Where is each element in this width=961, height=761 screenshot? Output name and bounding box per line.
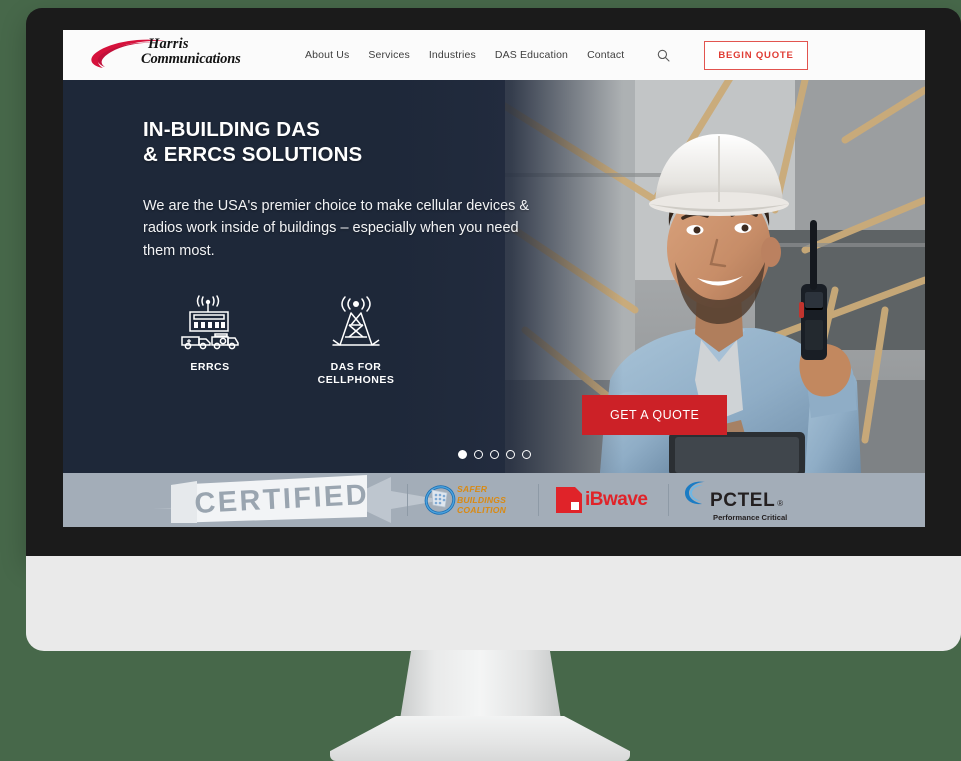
hero-feature-list: ERRCS DAS FOR CELLPHONES — [143, 292, 623, 388]
begin-quote-button[interactable]: BEGIN QUOTE — [704, 40, 808, 70]
feature-label-das-for-cellphones: DAS FOR CELLPHONES — [317, 360, 395, 387]
nav-item-das-education[interactable]: DAS Education — [495, 49, 568, 61]
nav-item-services[interactable]: Services — [368, 49, 409, 61]
certified-banner: CERTIFIED — [153, 473, 443, 527]
pctel-main-row: PCTEL ® — [683, 478, 783, 512]
feature-errcs[interactable]: ERRCS — [161, 292, 259, 388]
safer-buildings-coalition-text: SAFER BUILDINGS COALITION — [457, 484, 506, 515]
hero-headline-line1: IN-BUILDING DAS — [143, 118, 320, 141]
hero-headline: IN-BUILDING DAS & ERRCS SOLUTIONS — [143, 117, 623, 167]
site-header: Harris Communications About Us Services … — [63, 30, 925, 80]
cert-logo-safer-buildings-coalition[interactable]: SAFER BUILDINGS COALITION — [423, 473, 506, 527]
main-navigation: About Us Services Industries DAS Educati… — [305, 40, 808, 70]
cert-logo-pctel[interactable]: PCTEL ® Performance Critical — [683, 473, 787, 527]
feature-das-for-cellphones[interactable]: DAS FOR CELLPHONES — [307, 292, 405, 388]
hero-subheadline: We are the USA's premier choice to make … — [143, 198, 530, 259]
cert-logo-ibwave[interactable]: iBwave — [553, 473, 648, 527]
pctel-wordmark: PCTEL — [710, 490, 776, 511]
carousel-pagination — [63, 450, 925, 459]
pctel-registered-mark: ® — [777, 499, 784, 508]
monitor-stand-base — [330, 716, 630, 761]
nav-item-contact[interactable]: Contact — [587, 49, 624, 61]
nav-item-about-us[interactable]: About Us — [305, 49, 349, 61]
carousel-dot-1[interactable] — [457, 450, 467, 459]
carousel-dot-5[interactable] — [521, 450, 531, 459]
pctel-mark — [685, 481, 705, 505]
monitor-screen: Harris Communications About Us Services … — [63, 30, 925, 527]
pctel-tagline: Performance Critical — [713, 513, 788, 522]
nav-item-industries[interactable]: Industries — [429, 49, 476, 61]
school-ambulance-signal-icon — [161, 292, 259, 352]
cert-divider-1 — [407, 484, 408, 516]
certification-bar: CERTIFIED SAFER BUILDINGS COALITION iBwa… — [63, 473, 925, 527]
safer-buildings-coalition-mark — [424, 485, 456, 515]
sbc-line-3: COALITION — [457, 505, 507, 516]
logo-line-harris: Harris — [148, 36, 189, 52]
carousel-dot-2[interactable] — [473, 450, 483, 459]
ibwave-wordmark: iBwave — [585, 489, 648, 510]
logo-line-communications: Communications — [141, 50, 241, 67]
carousel-dot-4[interactable] — [505, 450, 515, 459]
logo-wordmark: Harris Communications — [141, 37, 241, 67]
search-icon[interactable] — [657, 49, 670, 62]
harris-communications-logo[interactable]: Harris Communications — [89, 35, 269, 75]
sbc-line-2: BUILDINGS — [457, 494, 507, 505]
cell-tower-signal-icon — [307, 292, 405, 352]
ibwave-mark — [556, 487, 582, 513]
monitor-chin — [26, 556, 961, 651]
hero-content: IN-BUILDING DAS & ERRCS SOLUTIONS We are… — [63, 80, 623, 388]
feature-label-errcs: ERRCS — [190, 360, 230, 373]
carousel-dot-3[interactable] — [489, 450, 499, 459]
sbc-line-1: SAFER — [457, 484, 488, 495]
hero-headline-line2: & ERRCS SOLUTIONS — [143, 143, 363, 166]
cert-divider-3 — [668, 484, 669, 516]
hero-carousel-slide: IN-BUILDING DAS & ERRCS SOLUTIONS We are… — [63, 80, 925, 473]
get-a-quote-button[interactable]: GET A QUOTE — [582, 395, 728, 435]
cert-divider-2 — [538, 484, 539, 516]
